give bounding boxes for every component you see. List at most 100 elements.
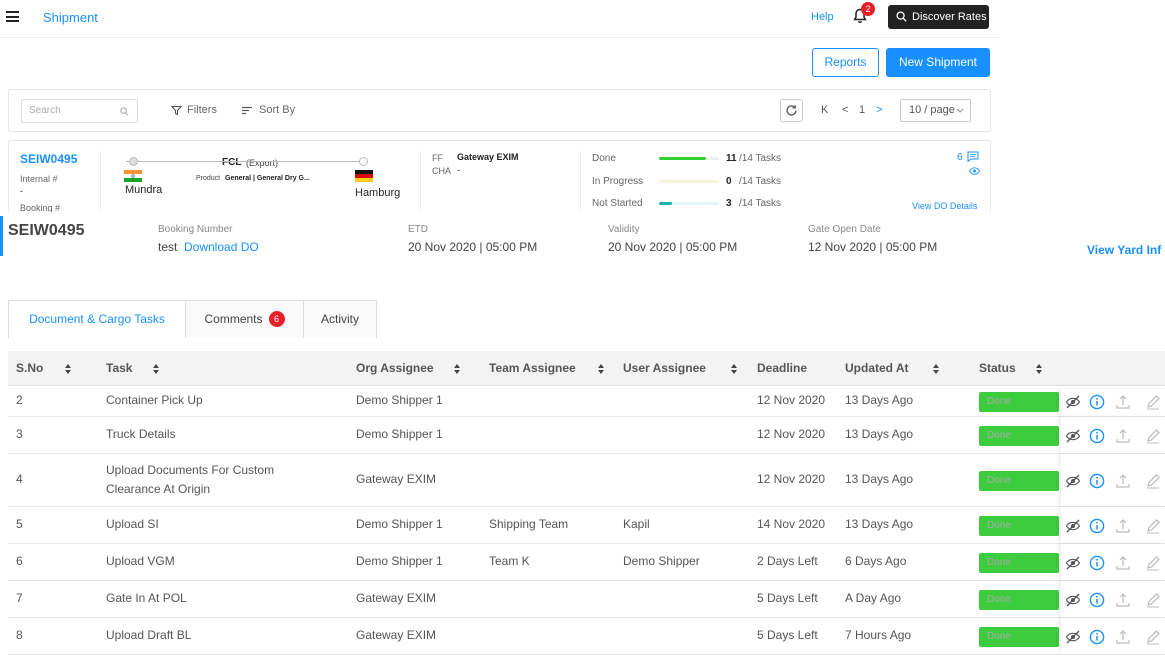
table-row[interactable]: 5 Upload SI Demo Shipper 1 Shipping Team Kap… bbox=[8, 507, 1165, 544]
eye-icon[interactable] bbox=[969, 167, 980, 175]
upload-icon[interactable] bbox=[1115, 629, 1131, 645]
tab-activity[interactable]: Activity bbox=[303, 300, 377, 338]
table-row[interactable]: 8 Upload Draft BL Gateway EXIM 5 Days Left 7… bbox=[8, 618, 1165, 655]
reports-button[interactable]: Reports bbox=[812, 48, 879, 77]
progress-bar-not-started bbox=[659, 202, 719, 205]
edit-icon[interactable] bbox=[1145, 428, 1161, 444]
column-header-user-assignee[interactable]: User Assignee bbox=[623, 361, 706, 375]
current-page[interactable]: 1 bbox=[859, 104, 865, 116]
hide-icon[interactable] bbox=[1065, 555, 1081, 571]
column-header-task[interactable]: Task bbox=[106, 361, 132, 375]
first-page-button[interactable]: K bbox=[821, 104, 828, 116]
refresh-button[interactable] bbox=[780, 99, 803, 122]
filters-button[interactable]: Filters bbox=[171, 104, 217, 116]
cell-task: Upload Documents For Custom Clearance At… bbox=[106, 463, 275, 496]
info-icon[interactable] bbox=[1089, 473, 1105, 489]
info-icon[interactable] bbox=[1089, 428, 1105, 444]
table-row[interactable]: 7 Gate In At POL Gateway EXIM 5 Days Left A … bbox=[8, 581, 1165, 618]
table-row[interactable]: 4 Upload Documents For Custom Clearance A… bbox=[8, 454, 1165, 507]
cell-deadline: 5 Days Left bbox=[757, 591, 818, 605]
cell-org-assignee: Demo Shipper 1 bbox=[356, 517, 443, 531]
info-icon[interactable] bbox=[1089, 555, 1105, 571]
hide-icon[interactable] bbox=[1065, 518, 1081, 534]
shipment-id-link[interactable]: SEIW0495 bbox=[20, 152, 77, 166]
table-row[interactable]: 2 Container Pick Up Demo Shipper 1 12 Nov 2… bbox=[8, 386, 1165, 417]
tab-document-cargo-tasks[interactable]: Document & Cargo Tasks bbox=[8, 300, 186, 338]
sort-icon[interactable] bbox=[932, 363, 940, 375]
upload-icon[interactable] bbox=[1115, 394, 1131, 410]
edit-icon[interactable] bbox=[1145, 629, 1161, 645]
cell-deadline: 2 Days Left bbox=[757, 554, 818, 568]
status-badge: Done bbox=[979, 553, 1059, 573]
upload-icon[interactable] bbox=[1115, 592, 1131, 608]
sort-icon[interactable] bbox=[453, 363, 461, 375]
hide-icon[interactable] bbox=[1065, 394, 1081, 410]
sort-icon[interactable] bbox=[152, 363, 160, 375]
page-size-select[interactable]: 10 / page bbox=[900, 99, 971, 122]
shipment-card[interactable]: SEIW0495 Internal # - Booking # FCL (Exp… bbox=[8, 140, 991, 212]
detail-shipment-id: SEIW0495 bbox=[8, 222, 85, 239]
row-actions bbox=[1061, 507, 1165, 543]
upload-icon[interactable] bbox=[1115, 428, 1131, 444]
download-do-link[interactable]: Download DO bbox=[184, 240, 259, 254]
upload-icon[interactable] bbox=[1115, 555, 1131, 571]
edit-icon[interactable] bbox=[1145, 555, 1161, 571]
tab-comments[interactable]: Comments 6 bbox=[185, 300, 304, 338]
comments-count[interactable]: 6 bbox=[957, 152, 963, 163]
edit-icon[interactable] bbox=[1145, 592, 1161, 608]
status-badge: Done bbox=[979, 627, 1059, 647]
comment-icon[interactable] bbox=[967, 151, 979, 162]
sort-icon[interactable] bbox=[64, 363, 72, 375]
hide-icon[interactable] bbox=[1065, 428, 1081, 444]
sort-icon[interactable] bbox=[730, 363, 738, 375]
mode: FCL bbox=[222, 157, 242, 168]
notification-count-badge: 2 bbox=[861, 2, 875, 16]
cell-task: Truck Details bbox=[106, 427, 176, 441]
column-header-deadline[interactable]: Deadline bbox=[757, 361, 807, 375]
product-value: General | General Dry G... bbox=[225, 175, 310, 182]
cell-updated-at: 13 Days Ago bbox=[845, 517, 914, 531]
info-icon[interactable] bbox=[1089, 629, 1105, 645]
column-header-updated-at[interactable]: Updated At bbox=[845, 361, 909, 375]
search-icon bbox=[120, 107, 129, 116]
cell-org-assignee: Gateway EXIM bbox=[356, 628, 437, 642]
edit-icon[interactable] bbox=[1145, 394, 1161, 410]
view-yard-info-link[interactable]: View Yard Inf bbox=[1087, 243, 1161, 257]
info-icon[interactable] bbox=[1089, 592, 1105, 608]
hide-icon[interactable] bbox=[1065, 473, 1081, 489]
status-badge: Done bbox=[979, 471, 1059, 491]
column-header-status[interactable]: Status bbox=[979, 361, 1016, 375]
prev-page-button[interactable]: < bbox=[842, 104, 848, 116]
sort-icon[interactable] bbox=[597, 363, 605, 375]
status-badge: Done bbox=[979, 590, 1059, 610]
sort-by-button[interactable]: Sort By bbox=[241, 104, 295, 116]
column-header-sno[interactable]: S.No bbox=[16, 361, 43, 375]
next-page-button[interactable]: > bbox=[876, 104, 882, 116]
destination-marker bbox=[359, 157, 368, 166]
view-do-details-link[interactable]: View DO Details bbox=[912, 201, 977, 211]
table-row[interactable]: 3 Truck Details Demo Shipper 1 12 Nov 2020 1… bbox=[8, 417, 1165, 454]
hide-icon[interactable] bbox=[1065, 592, 1081, 608]
status-badge: Done bbox=[979, 516, 1059, 536]
search-input[interactable]: Search bbox=[21, 99, 138, 123]
cell-user-assignee: Kapil bbox=[623, 517, 650, 531]
upload-icon[interactable] bbox=[1115, 518, 1131, 534]
info-icon[interactable] bbox=[1089, 394, 1105, 410]
ff-label: FF bbox=[432, 153, 443, 163]
help-link[interactable]: Help bbox=[811, 11, 834, 23]
product-label: Product bbox=[196, 175, 221, 182]
discover-rates-button[interactable]: Discover Rates bbox=[888, 5, 989, 29]
info-icon[interactable] bbox=[1089, 518, 1105, 534]
sort-icon[interactable] bbox=[1035, 363, 1043, 375]
upload-icon[interactable] bbox=[1115, 473, 1131, 489]
column-header-org-assignee[interactable]: Org Assignee bbox=[356, 361, 434, 375]
cell-team-assignee: Team K bbox=[489, 554, 530, 568]
hide-icon[interactable] bbox=[1065, 629, 1081, 645]
edit-icon[interactable] bbox=[1145, 518, 1161, 534]
menu-icon[interactable] bbox=[6, 11, 19, 22]
edit-icon[interactable] bbox=[1145, 473, 1161, 489]
column-header-team-assignee[interactable]: Team Assignee bbox=[489, 361, 576, 375]
new-shipment-button[interactable]: New Shipment bbox=[886, 48, 990, 77]
table-row[interactable]: 6 Upload VGM Demo Shipper 1 Team K Demo Ship… bbox=[8, 544, 1165, 581]
notification-bell-icon[interactable]: 2 bbox=[852, 2, 875, 26]
